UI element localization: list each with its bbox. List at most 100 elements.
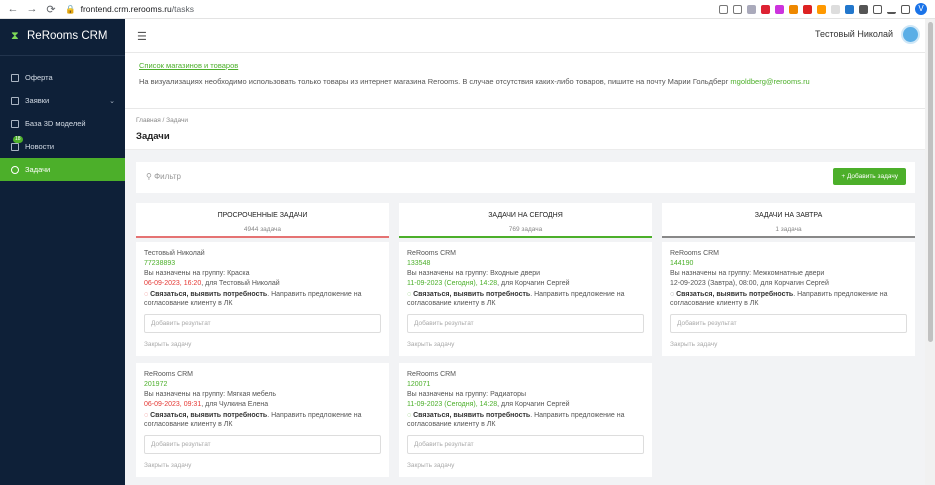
result-input[interactable]: Добавить результат xyxy=(407,435,644,454)
info-text: На визуализациях необходимо использовать… xyxy=(139,77,731,86)
sidebar-item-offer[interactable]: Оферта xyxy=(0,66,125,89)
info-panel: Список магазинов и товаров На визуализац… xyxy=(125,53,925,109)
task-author: ReRooms CRM xyxy=(407,250,457,257)
task-description: ◌ Связаться, выявить потребность. Направ… xyxy=(407,411,644,429)
task-date: 11-09-2023 (Сегодня), 14:28, для Корчаги… xyxy=(407,280,644,287)
filter-bar: ⚲ Фильтр + Добавить задачу xyxy=(136,162,915,193)
clock-icon: ◌ xyxy=(144,291,149,298)
download-icon[interactable] xyxy=(887,5,896,14)
result-input[interactable]: Добавить результат xyxy=(407,314,644,333)
task-author: ReRooms CRM xyxy=(144,371,194,378)
sidebar-item-tasks[interactable]: Задачи xyxy=(0,158,125,181)
extension-icon[interactable] xyxy=(803,4,812,14)
breadcrumb-home[interactable]: Главная xyxy=(136,117,161,124)
task-action: Связаться, выявить потребность xyxy=(413,412,531,419)
extension-icon[interactable] xyxy=(789,4,798,14)
close-task-link[interactable]: Закрыть задачу xyxy=(407,462,644,469)
main-content: ☰ Тестовый Николай Список магазинов и то… xyxy=(125,19,925,485)
forward-icon[interactable]: → xyxy=(26,3,38,15)
task-description: ◌ Связаться, выявить потребность. Направ… xyxy=(407,290,644,308)
result-input[interactable]: Добавить результат xyxy=(670,314,907,333)
column-title: ПРОСРОЧЕННЫЕ ЗАДАЧИ xyxy=(217,212,308,219)
sidebar-item-requests[interactable]: Заявки ⌄ xyxy=(0,89,125,112)
task-deadline: 11-09-2023 (Сегодня), 14:28 xyxy=(407,401,498,408)
column-overdue: ПРОСРОЧЕННЫЕ ЗАДАЧИ 4944 задача xyxy=(136,203,389,238)
breadcrumb-current: Задачи xyxy=(166,117,188,124)
logo-icon: ⧗ xyxy=(11,29,19,42)
scrollbar-thumb[interactable] xyxy=(928,22,933,342)
sidebar-item-label: База 3D моделей xyxy=(25,119,86,128)
extension-icon[interactable] xyxy=(817,4,826,14)
url-host: frontend.crm.rerooms.ru xyxy=(80,4,172,14)
reload-icon[interactable]: ⟳ xyxy=(45,3,57,16)
edit-icon xyxy=(11,119,19,128)
column-title: ЗАДАЧИ НА ЗАВТРА xyxy=(754,212,823,219)
task-id-link[interactable]: 133548 xyxy=(407,260,644,267)
task-action: Связаться, выявить потребность xyxy=(150,412,268,419)
close-task-link[interactable]: Закрыть задачу xyxy=(670,341,907,348)
star-icon[interactable] xyxy=(733,4,742,14)
puzzle-icon[interactable] xyxy=(859,4,868,14)
column-underline xyxy=(662,236,915,238)
sidebar-item-label: Задачи xyxy=(25,165,51,174)
share-icon[interactable] xyxy=(719,4,728,14)
sidebar-item-label: Заявки xyxy=(25,96,50,105)
task-card: Тестовый Николай 77238893 Вы назначены н… xyxy=(136,242,389,356)
clock-icon: ◌ xyxy=(407,412,412,419)
task-group: Вы назначены на группу: Входные двери xyxy=(407,270,541,277)
task-description: ◌ Связаться, выявить потребность. Направ… xyxy=(144,290,381,308)
task-assignee: , для Корчагин Сергей xyxy=(497,280,570,287)
close-task-link[interactable]: Закрыть задачу xyxy=(407,341,644,348)
column-title: ЗАДАЧИ НА СЕГОДНЯ xyxy=(488,212,563,219)
task-id-link[interactable]: 77238893 xyxy=(144,260,381,267)
add-task-button[interactable]: + Добавить задачу xyxy=(833,168,906,185)
user-name[interactable]: Тестовый Николай xyxy=(815,29,893,39)
extension-icon[interactable] xyxy=(845,4,854,14)
page-scrollbar[interactable] xyxy=(925,19,935,485)
close-task-link[interactable]: Закрыть задачу xyxy=(144,341,381,348)
extension-icon[interactable] xyxy=(831,4,840,14)
task-action: Связаться, выявить потребность xyxy=(676,291,794,298)
sidepanel-icon[interactable] xyxy=(901,4,910,14)
task-group: Вы назначены на группу: Радиаторы xyxy=(407,391,527,398)
result-input[interactable]: Добавить результат xyxy=(144,314,381,333)
task-id-link[interactable]: 201972 xyxy=(144,381,381,388)
back-icon[interactable]: ← xyxy=(7,3,19,15)
sidebar-item-label: Оферта xyxy=(25,73,53,82)
column-underline xyxy=(136,236,389,238)
task-action: Связаться, выявить потребность xyxy=(150,291,268,298)
task-date: 06-09-2023, 16:20, для Тестовый Николай xyxy=(144,280,381,287)
avatar[interactable] xyxy=(901,25,920,44)
email-link[interactable]: mgoldberg@rerooms.ru xyxy=(730,77,809,86)
breadcrumb-area: Главная / Задачи Задачи xyxy=(125,109,925,150)
page-title: Задачи xyxy=(136,131,170,142)
menu-icon[interactable]: ☰ xyxy=(137,30,147,43)
task-group: Вы назначены на группу: Межкомнатные две… xyxy=(670,270,825,277)
media-icon[interactable] xyxy=(873,4,882,14)
shops-link[interactable]: Список магазинов и товаров xyxy=(139,61,911,70)
task-id-link[interactable]: 144190 xyxy=(670,260,907,267)
task-assignee: , для Корчагин Сергей xyxy=(497,401,570,408)
profile-avatar[interactable]: V xyxy=(915,3,927,15)
lock-icon: 🔒 xyxy=(65,3,76,14)
breadcrumb: Главная / Задачи xyxy=(136,117,914,124)
sidebar-item-news[interactable]: 18 Новости xyxy=(0,135,125,158)
close-task-link[interactable]: Закрыть задачу xyxy=(144,462,381,469)
extension-icon[interactable] xyxy=(747,4,756,14)
sidebar-item-3d-models[interactable]: База 3D моделей xyxy=(0,112,125,135)
task-assignee: , для Чулкина Елена xyxy=(201,401,269,408)
filter-input[interactable]: ⚲ Фильтр xyxy=(146,172,181,181)
task-author: Тестовый Николай xyxy=(144,250,205,257)
task-group: Вы назначены на группу: Мягкая мебель xyxy=(144,391,277,398)
task-date: 06-09-2023, 09:31, для Чулкина Елена xyxy=(144,401,381,408)
clipboard-icon xyxy=(11,96,19,105)
chevron-down-icon: ⌄ xyxy=(109,97,115,105)
extension-icon[interactable] xyxy=(775,4,784,14)
browser-toolbar: ← → ⟳ 🔒 frontend.crm.rerooms.ru/tasks V xyxy=(0,0,935,19)
task-id-link[interactable]: 120071 xyxy=(407,381,644,388)
result-input[interactable]: Добавить результат xyxy=(144,435,381,454)
task-action: Связаться, выявить потребность xyxy=(413,291,531,298)
extension-icon[interactable] xyxy=(761,4,770,14)
app-logo[interactable]: ⧗ ReRooms CRM xyxy=(0,19,125,53)
address-bar[interactable]: 🔒 frontend.crm.rerooms.ru/tasks xyxy=(65,4,194,15)
